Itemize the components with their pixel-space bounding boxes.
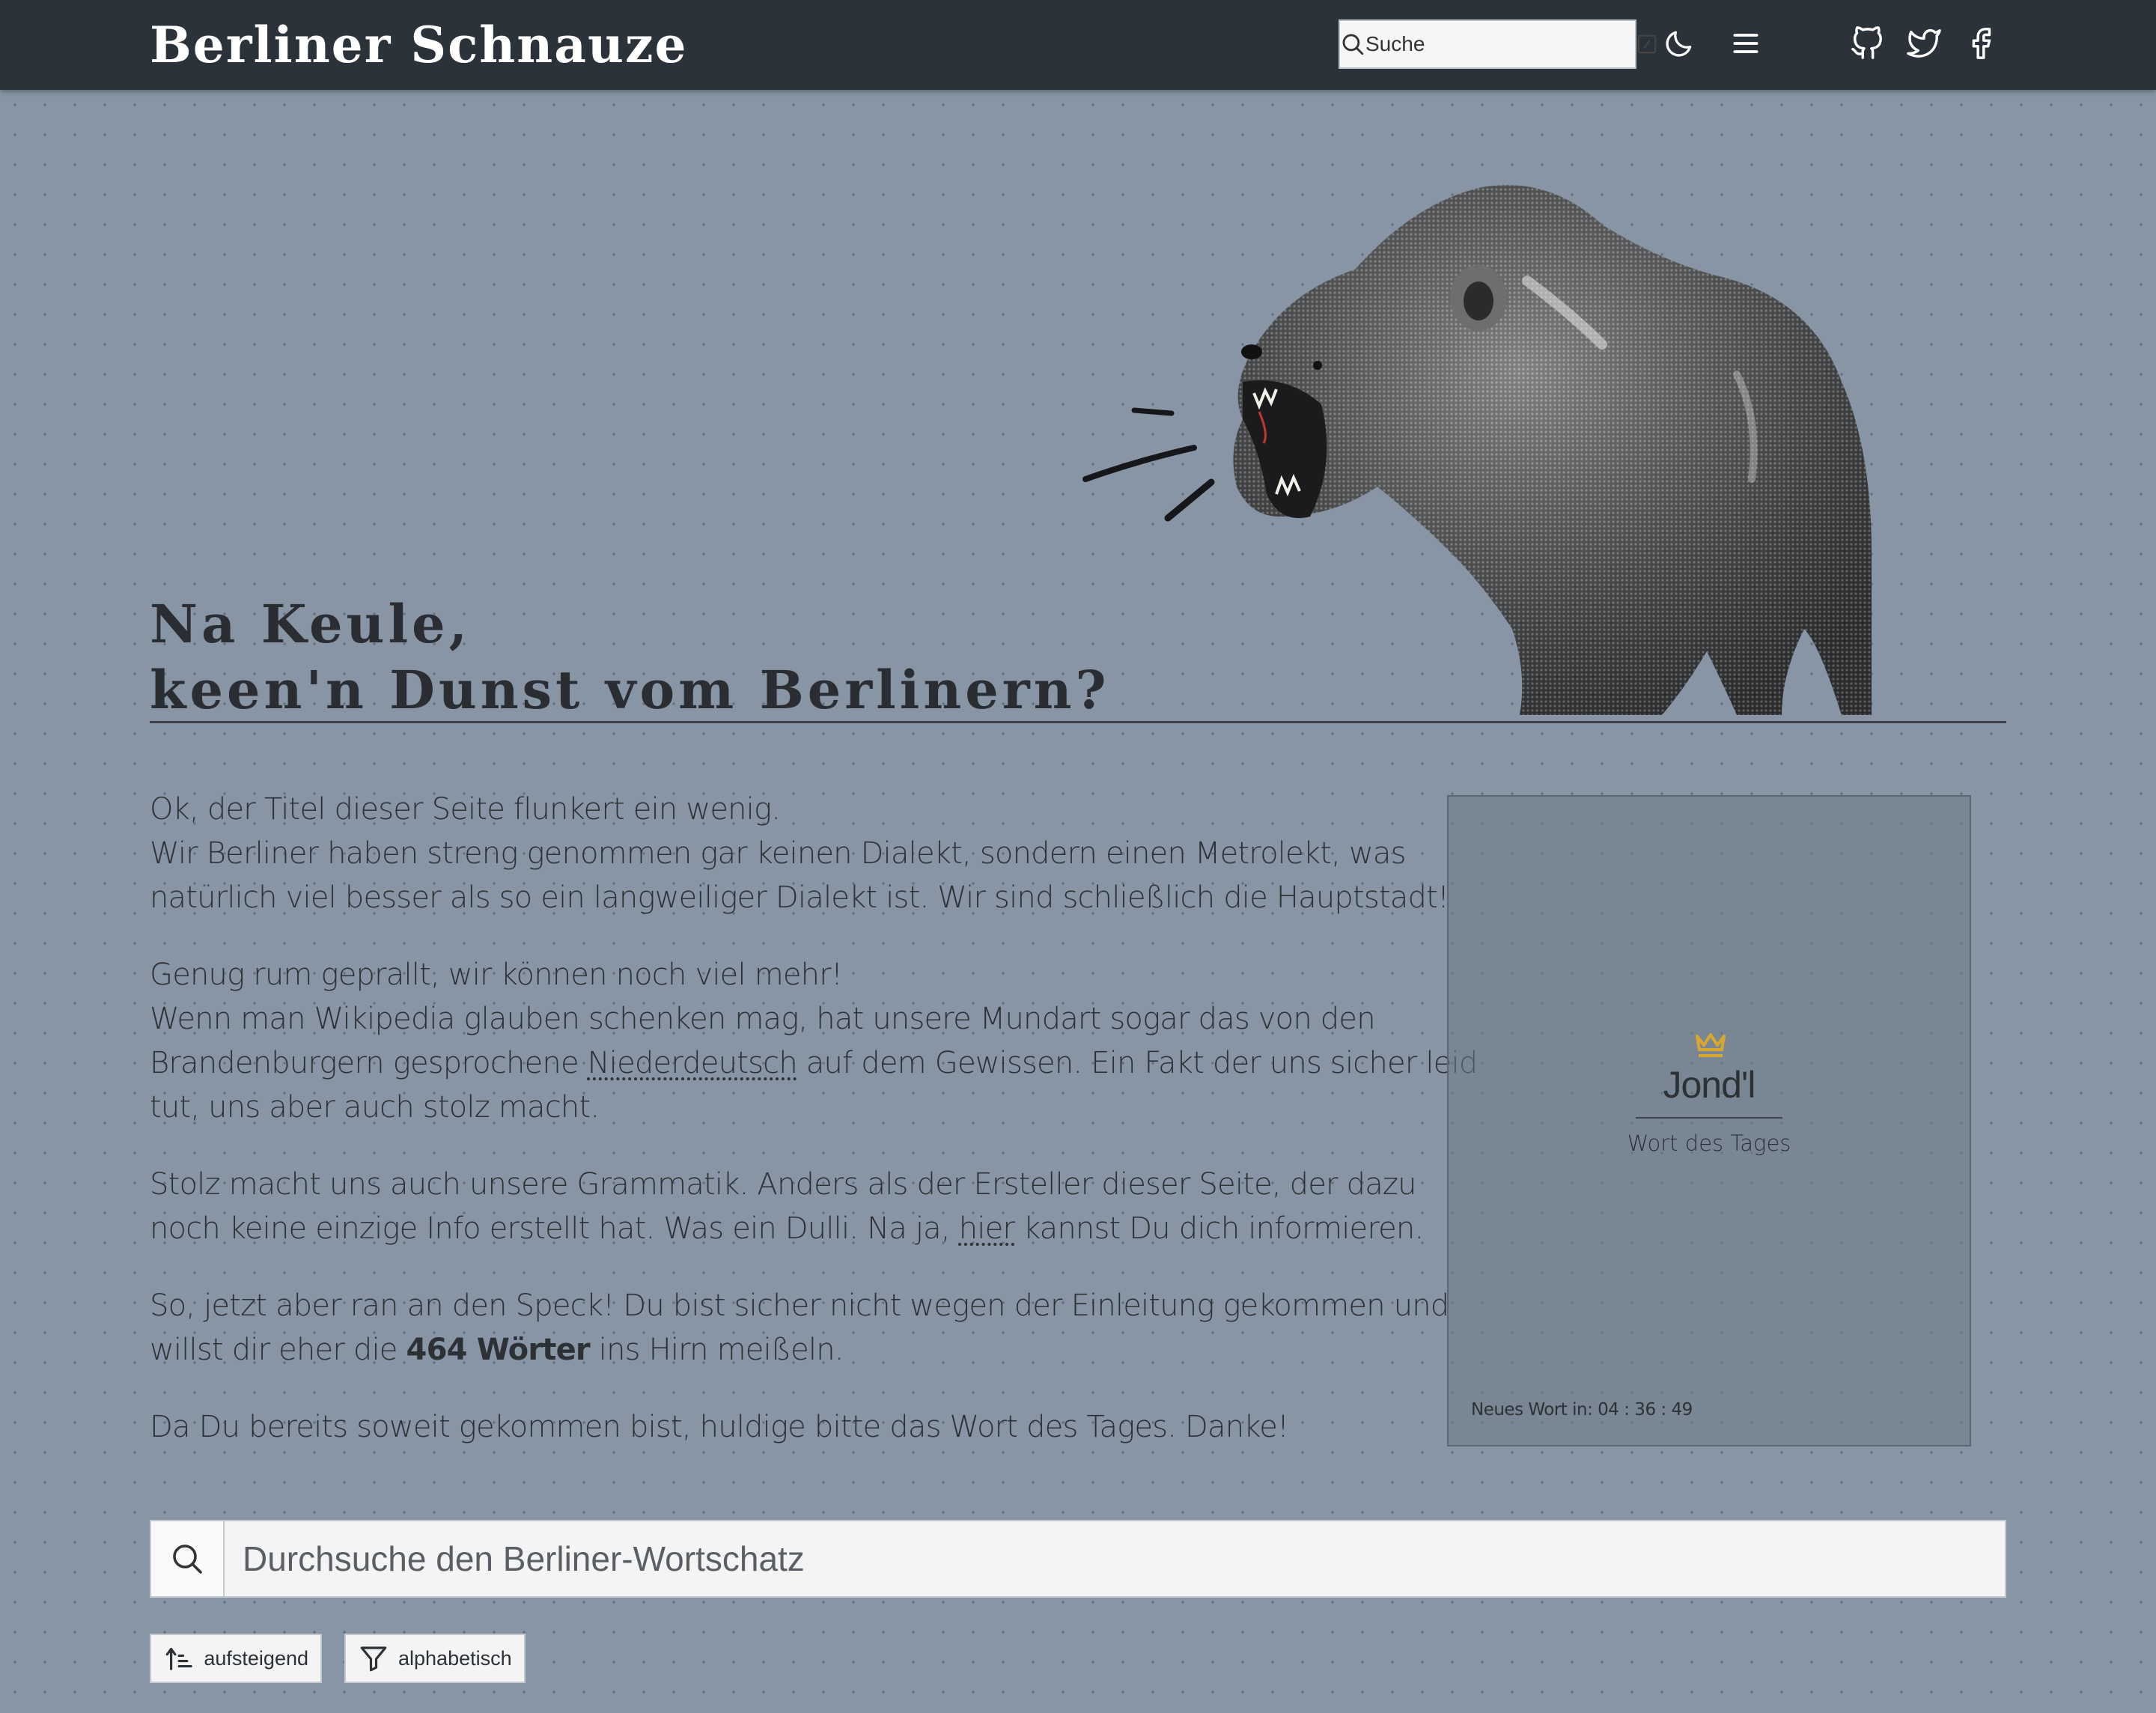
menu-icon (1729, 27, 1762, 64)
text-line: Genug rum geprallt, wir können noch viel… (150, 958, 843, 992)
sort-filter-button[interactable]: alphabetisch (344, 1634, 526, 1683)
countdown-value: 04 : 36 : 49 (1598, 1400, 1693, 1420)
dark-mode-toggle[interactable] (1657, 22, 1702, 67)
word-count: 464 Wörter (406, 1333, 591, 1367)
nav-search-box[interactable] (1339, 19, 1657, 69)
nav-search-input[interactable] (1365, 22, 1636, 67)
text-fragment: ins Hirn meißeln. (589, 1333, 844, 1367)
word-of-the-day[interactable]: Jond'l (1449, 1063, 1970, 1107)
word-divider (1636, 1117, 1782, 1119)
github-link[interactable] (1845, 22, 1889, 67)
text-fragment: kannst Du dich informieren. (1014, 1211, 1424, 1246)
next-word-countdown: Neues Wort in: 04 : 36 : 49 (1471, 1400, 1693, 1420)
sort-filter-label: alphabetisch (398, 1646, 512, 1670)
text-fragment: willst dir eher die (150, 1333, 406, 1367)
intro-paragraph-3: Stolz macht uns auch unsere Grammatik. A… (150, 1163, 1424, 1251)
sort-order-button[interactable]: aufsteigend (150, 1634, 322, 1683)
countdown-label: Neues Wort in: (1471, 1400, 1593, 1420)
intro-paragraph-5: Da Du bereits soweit gekommen bist, huld… (150, 1405, 1362, 1449)
filter-icon (360, 1646, 387, 1672)
dictionary-search[interactable] (150, 1520, 2006, 1598)
facebook-icon (1964, 26, 1998, 64)
intro-paragraph-4: So, jetzt aber ran an den Speck! Du bist… (150, 1284, 1449, 1372)
hero-title-line-1: Na Keule, (150, 593, 471, 655)
text-line: Brandenburgern gesprochene Niederdeutsch… (150, 1041, 1478, 1086)
twitter-link[interactable] (1901, 22, 1946, 67)
navbar: Berliner Schnauze (0, 0, 2156, 90)
text-line: Stolz macht uns auch unsere Grammatik. A… (150, 1167, 1416, 1202)
sort-order-label: aufsteigend (204, 1646, 308, 1670)
text-line: Wenn man Wikipedia glauben schenken mag,… (150, 1002, 1376, 1036)
roaring-bear-image (1063, 165, 2021, 719)
grammar-info-link[interactable]: hier (959, 1211, 1015, 1246)
text-fragment: noch keine einzige Info erstellt hat. Wa… (150, 1211, 959, 1246)
intro-paragraph-2: Genug rum geprallt, wir können noch viel… (150, 953, 1478, 1130)
moon-icon (1663, 27, 1696, 64)
dictionary-search-input[interactable] (225, 1521, 2005, 1596)
search-icon (151, 1521, 225, 1596)
text-line: natürlich viel besser als so ein langwei… (150, 880, 1449, 915)
search-icon (1340, 21, 1365, 67)
text-line: noch keine einzige Info erstellt hat. Wa… (150, 1207, 1424, 1251)
niederdeutsch-link[interactable]: Niederdeutsch (588, 1046, 798, 1080)
menu-button[interactable] (1723, 22, 1768, 67)
hero-divider (150, 721, 2006, 723)
text-line: Da Du bereits soweit gekommen bist, huld… (150, 1410, 1289, 1444)
twitter-icon (1907, 26, 1941, 64)
text-fragment: auf dem Gewissen. Ein Fakt der uns siche… (797, 1046, 1478, 1080)
crown-icon (1693, 1029, 1729, 1059)
site-logo[interactable]: Berliner Schnauze (150, 12, 687, 78)
text-line: tut, uns aber auch stolz macht. (150, 1090, 600, 1125)
hero-title-line-2: keen'n Dunst vom Berlinern? (150, 659, 1110, 721)
text-line: Ok, der Titel dieser Seite flunkert ein … (150, 792, 781, 827)
text-line: So, jetzt aber ran an den Speck! Du bist… (150, 1288, 1449, 1323)
github-icon (1850, 25, 1884, 64)
text-line: Wir Berliner haben streng genommen gar k… (150, 836, 1406, 871)
sort-ascending-icon (165, 1648, 192, 1670)
facebook-link[interactable] (1958, 22, 2003, 67)
keyboard-shortcut-icon (1636, 21, 1658, 67)
hero-title: Na Keule, keen'n Dunst vom Berlinern? (150, 591, 1110, 723)
text-fragment: Brandenburgern gesprochene (150, 1046, 588, 1080)
text-line: willst dir eher die 464 Wörter ins Hirn … (150, 1328, 1362, 1372)
intro-text: Ok, der Titel dieser Seite flunkert ein … (150, 788, 1478, 1482)
intro-paragraph-1: Ok, der Titel dieser Seite flunkert ein … (150, 788, 1449, 920)
word-of-the-day-card[interactable]: Jond'l Wort des Tages Neues Wort in: 04 … (1447, 795, 1971, 1446)
word-of-the-day-label: Wort des Tages (1627, 1131, 1791, 1156)
